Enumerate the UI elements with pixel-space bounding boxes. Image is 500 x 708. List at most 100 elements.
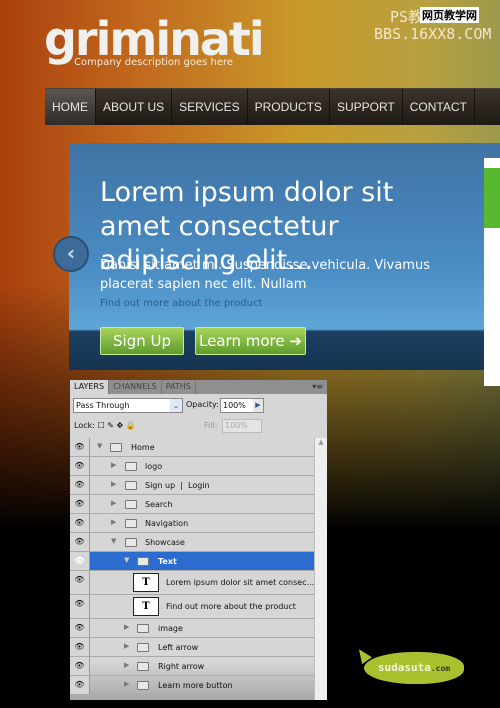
eye-icon[interactable]: 👁 [70, 457, 90, 475]
nav-contact[interactable]: CONTACT [403, 89, 475, 125]
eye-icon[interactable]: 👁 [70, 638, 90, 656]
blend-mode-value: Pass Through [76, 401, 130, 410]
lock-icons[interactable]: ☐ ✎ ✥ 🔒 [97, 421, 135, 430]
triangle-right-icon[interactable]: ▶ [124, 680, 129, 688]
layer-row[interactable]: 👁 ▶ Left arrow [70, 638, 327, 657]
folder-icon [137, 557, 149, 566]
layer-row[interactable]: 👁 ▶ Right arrow [70, 657, 327, 676]
sudasuta-domain: .com [430, 664, 451, 673]
prev-arrow-button[interactable]: ‹ [53, 236, 89, 272]
text-layer-icon: T [133, 597, 159, 616]
layer-name: Home [131, 443, 155, 452]
arrow-right-icon: ➔ [289, 332, 302, 350]
opacity-input[interactable]: 100% ▶ [220, 398, 264, 413]
triangle-right-icon[interactable]: ▶ [111, 518, 116, 526]
showcase-image [484, 158, 500, 386]
layer-row[interactable]: 👁 ▶ Navigation [70, 514, 327, 533]
nav-about-us[interactable]: ABOUT US [96, 89, 173, 125]
chevron-down-icon: ⌄ [170, 399, 182, 412]
eye-icon[interactable]: 👁 [70, 619, 90, 637]
watermark-line2: BBS.16XX8.COM [374, 25, 492, 43]
eye-icon[interactable]: 👁 [70, 552, 90, 570]
triangle-right-icon[interactable]: ▶ [124, 642, 129, 650]
nav-services[interactable]: SERVICES [172, 89, 248, 125]
eye-icon[interactable]: 👁 [70, 676, 90, 694]
triangle-down-icon[interactable]: ▼ [111, 537, 116, 545]
sudasuta-logo: sudasuta.com [364, 652, 464, 684]
layer-name: Text [158, 557, 177, 566]
sudasuta-text: sudasuta [377, 661, 431, 674]
text-layer-icon: T [133, 573, 159, 592]
find-out-more-link[interactable]: Find out more about the product [100, 298, 262, 309]
eye-icon[interactable]: 👁 [70, 476, 90, 494]
triangle-down-icon[interactable]: ▼ [97, 442, 102, 450]
folder-icon [125, 538, 137, 547]
layer-row[interactable]: 👁 ▶ image [70, 619, 327, 638]
lock-controls: Lock: ☐ ✎ ✥ 🔒 [74, 421, 136, 430]
layer-row[interactable]: 👁 ▶ Search [70, 495, 327, 514]
layer-row[interactable]: 👁 T Lorem ipsum dolor sit amet consec... [70, 571, 327, 595]
learn-more-button[interactable]: Learn more ➔ [195, 327, 306, 355]
layer-row[interactable]: 👁 ▶ logo [70, 457, 327, 476]
triangle-down-icon[interactable]: ▼ [124, 556, 129, 564]
nav-home[interactable]: HOME [45, 89, 96, 125]
folder-icon [110, 443, 122, 452]
triangle-right-icon[interactable]: ▶ [111, 480, 116, 488]
layers-scrollbar[interactable]: ▲ [314, 438, 327, 700]
layer-row[interactable]: 👁 ▶ Learn more button [70, 676, 327, 695]
blend-mode-select[interactable]: Pass Through ⌄ [73, 398, 183, 413]
triangle-right-icon[interactable]: ▶ [111, 461, 116, 469]
triangle-right-icon[interactable]: ▶ [111, 499, 116, 507]
panel-menu-icon[interactable]: ▾≡ [308, 380, 327, 394]
eye-icon[interactable]: 👁 [70, 514, 90, 532]
eye-icon[interactable]: 👁 [70, 595, 90, 618]
tab-channels[interactable]: CHANNELS [109, 380, 162, 394]
lock-label: Lock: [74, 421, 95, 430]
main-nav: HOME ABOUT US SERVICES PRODUCTS SUPPORT … [45, 88, 500, 125]
eye-icon[interactable]: 👁 [70, 533, 90, 551]
learn-more-label: Learn more [199, 332, 285, 350]
tab-layers[interactable]: LAYERS [70, 380, 110, 394]
chevron-left-icon: ‹ [66, 241, 76, 265]
folder-icon [125, 462, 137, 471]
nav-products[interactable]: PRODUCTS [248, 89, 330, 125]
layer-row[interactable]: 👁 T Find out more about the product [70, 595, 327, 619]
eye-icon[interactable]: 👁 [70, 495, 90, 513]
opacity-slider-icon[interactable]: ▶ [253, 399, 263, 412]
watermark-badge: 网页教学网 [420, 7, 479, 23]
fill-input[interactable]: 100% [222, 419, 262, 433]
opacity-label: Opacity: [186, 400, 219, 409]
eye-icon[interactable]: 👁 [70, 438, 90, 456]
layer-name: image [158, 624, 183, 633]
layer-name: Sign up | Login [145, 481, 210, 490]
layer-name: Find out more about the product [166, 602, 296, 611]
layer-name: logo [145, 462, 163, 471]
layer-row[interactable]: 👁 ▼ Home [70, 438, 327, 457]
layer-name: Left arrow [158, 643, 199, 652]
folder-icon [137, 681, 149, 690]
folder-icon [137, 643, 149, 652]
eye-icon[interactable]: 👁 [70, 571, 90, 594]
tagline: Company description goes here [74, 57, 234, 68]
triangle-right-icon[interactable]: ▶ [124, 661, 129, 669]
folder-icon [137, 624, 149, 633]
showcase-body: Danisi sit amet mi. Suspendisse vehicula… [100, 258, 430, 292]
tab-paths[interactable]: PATHS [162, 380, 196, 394]
layer-name: Lorem ipsum dolor sit amet consec... [166, 578, 315, 587]
folder-icon [125, 519, 137, 528]
triangle-right-icon[interactable]: ▶ [124, 623, 129, 631]
nav-support[interactable]: SUPPORT [330, 89, 403, 125]
layer-row[interactable]: 👁 ▼ Showcase [70, 533, 327, 552]
layer-row-selected[interactable]: 👁 ▼ Text [70, 552, 327, 571]
layer-name: Navigation [145, 519, 189, 528]
layer-row[interactable]: 👁 ▶ Sign up | Login [70, 476, 327, 495]
layer-name: Search [145, 500, 173, 509]
opacity-value: 100% [223, 401, 246, 410]
sign-up-button[interactable]: Sign Up [100, 327, 184, 355]
scroll-up-icon[interactable]: ▲ [315, 438, 327, 446]
folder-icon [125, 481, 137, 490]
eye-icon[interactable]: 👁 [70, 657, 90, 675]
folder-icon [137, 662, 149, 671]
layers-panel: LAYERS CHANNELS PATHS ▾≡ Pass Through ⌄ O… [70, 380, 327, 700]
layer-name: Showcase [145, 538, 185, 547]
